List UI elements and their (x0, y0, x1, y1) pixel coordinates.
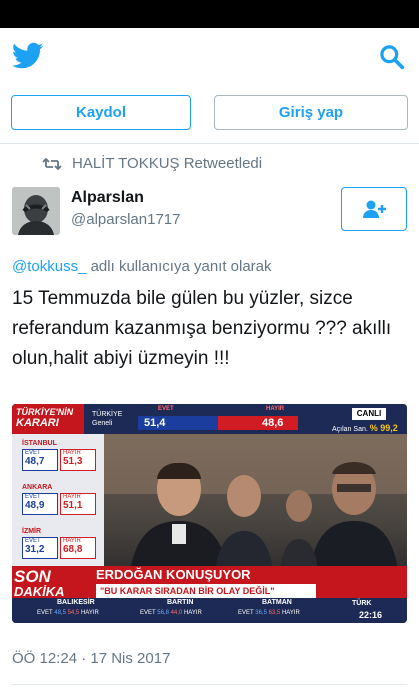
status-bar (0, 0, 419, 28)
login-button[interactable]: Giriş yap (214, 95, 408, 130)
tweet-media-image[interactable]: TÜRKİYE'NİN KARARI TÜRKİYE Geneli EVET H… (12, 404, 407, 623)
tv-city-name: İSTANBUL (22, 440, 57, 447)
reply-context: @tokkuss_ adlı kullanıcıya yanıt olarak (12, 258, 272, 275)
tv-subline: "BU KARAR SIRADAN BİR OLAY DEĞİL" (96, 584, 316, 598)
tv-city-name: ANKARA (22, 484, 53, 491)
tv-city-hayir: HAYIR 68,8 (60, 537, 96, 559)
retweet-icon (42, 157, 62, 170)
tv-city-evet: EVET 48,9 (22, 493, 58, 515)
tv-ticker-city: BARTIN (167, 599, 194, 606)
search-icon[interactable] (379, 44, 405, 70)
tv-city-evet: EVET 48,7 (22, 449, 58, 471)
divider (0, 143, 419, 144)
tv-ticker-city: BALIKESİR (57, 599, 95, 606)
signup-button[interactable]: Kaydol (11, 95, 191, 130)
tweet-timestamp[interactable]: ÖÖ 12:24 · 17 Nis 2017 (12, 650, 170, 667)
add-user-icon (363, 200, 386, 218)
tv-city-evet: EVET 31,2 (22, 537, 58, 559)
reply-context-text: adlı kullanıcıya yanıt olarak (86, 258, 272, 275)
tv-evet-value: 51,4 (144, 417, 166, 429)
tv-channel-sub: TÜRK (352, 600, 372, 607)
tv-country-sub: Geneli (92, 420, 113, 427)
user-name[interactable]: Alparslan (71, 189, 144, 207)
tv-headline: ERDOĞAN KONUŞUYOR (96, 567, 251, 582)
retweeted-by-text: HALİT TOKKUŞ Retweetledi (72, 155, 263, 172)
follow-button[interactable] (341, 187, 407, 231)
signup-button-label: Kaydol (75, 104, 126, 121)
tv-clock: 22:16 (359, 610, 383, 620)
tv-dakika: DAKİKA (14, 584, 65, 599)
avatar[interactable] (12, 187, 60, 235)
tv-city-name: İZMİR (22, 528, 42, 535)
top-bar (0, 28, 419, 84)
tv-scene-photo (104, 434, 407, 579)
twitter-bird-icon[interactable] (12, 42, 44, 70)
retweet-context: HALİT TOKKUŞ Retweetledi (42, 155, 262, 172)
tv-program-logo: TÜRKİYE'NİN KARARI (12, 404, 84, 434)
tv-city-hayir: HAYIR 51,1 (60, 493, 96, 515)
divider (12, 684, 407, 685)
tv-country-name: TÜRKİYE (92, 411, 123, 418)
tv-ticker-city: BATMAN (262, 599, 292, 606)
user-handle[interactable]: @alparslan1717 (71, 211, 180, 228)
reply-mention-link[interactable]: @tokkuss_ (12, 258, 86, 275)
tv-hayir-value: 48,6 (262, 417, 284, 429)
tv-son-dakika: SON DAKİKA (14, 568, 94, 599)
tweet-text: 15 Temmuzda bile gülen bu yüzler, sizce … (12, 288, 392, 369)
tv-city-hayir: HAYIR 51,3 (60, 449, 96, 471)
tv-country: TÜRKİYE Geneli (92, 410, 122, 428)
tv-logo-line2: KARARI (16, 417, 59, 429)
tv-channel-logo: CNN (342, 576, 377, 593)
tv-city-result: EVET 31,2 HAYIR 68,8 (22, 537, 96, 559)
tv-ticker-values: EVET 36,5 63,5 HAYIR (238, 610, 300, 616)
tv-opened-ratio: Açılan San. % 99,2 (332, 423, 398, 433)
tv-city-result: EVET 48,9 HAYIR 51,1 (22, 493, 96, 515)
tv-evet-label: EVET (158, 406, 174, 412)
tv-hayir-bar (218, 416, 298, 430)
tv-live-badge: CANLI (352, 408, 386, 420)
tv-opened-pct: % 99,2 (369, 423, 398, 433)
tv-ticker-values: EVET 56,8 44,0 HAYIR (140, 610, 202, 616)
tv-hayir-label: HAYIR (266, 406, 285, 412)
login-button-label: Giriş yap (278, 104, 344, 121)
tv-city-result: EVET 48,7 HAYIR 51,3 (22, 449, 96, 471)
tv-opened-label: Açılan San. (332, 426, 368, 433)
tv-logo-line1: TÜRKİYE'NİN (16, 407, 74, 417)
tv-ticker-values: EVET 48,5 54,5 HAYIR (37, 610, 99, 616)
